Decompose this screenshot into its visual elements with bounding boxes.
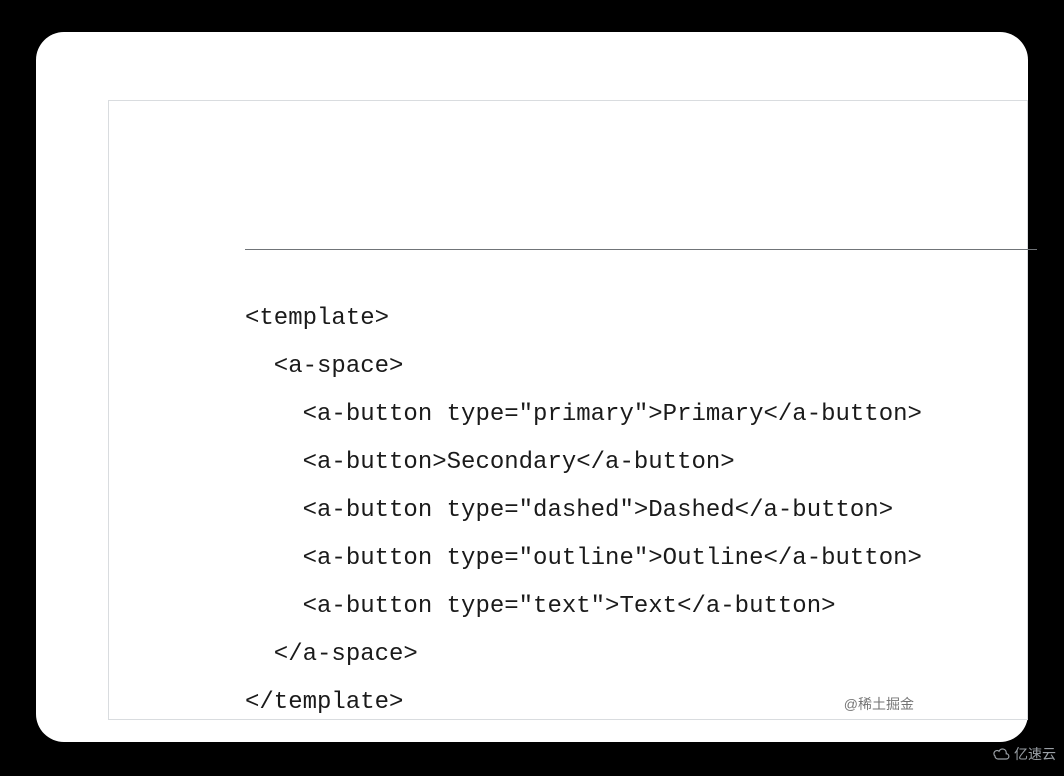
inner-card: <template> <a-space> <a-button type="pri… (108, 100, 1028, 720)
code-block: <template> <a-space> <a-button type="pri… (245, 295, 1045, 727)
horizontal-rule (245, 249, 1037, 250)
watermark-yisu-text: 亿速云 (1014, 744, 1056, 764)
watermark-yisu: 亿速云 (992, 744, 1056, 764)
outer-card: <template> <a-space> <a-button type="pri… (36, 32, 1028, 742)
cloud-icon (992, 746, 1010, 763)
watermark-juejin: @稀土掘金 (844, 694, 914, 714)
